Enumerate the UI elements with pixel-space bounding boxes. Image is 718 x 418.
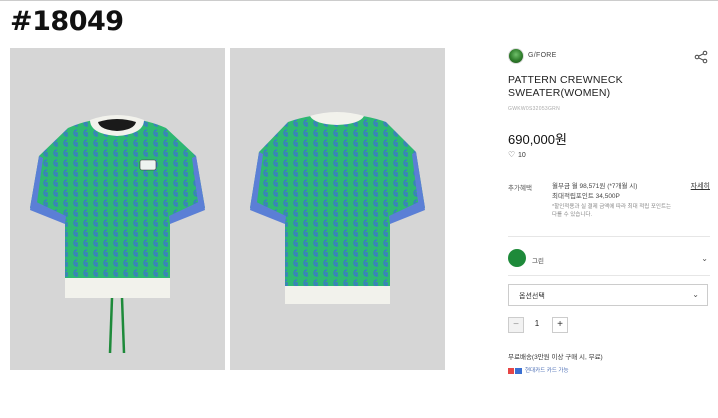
option-select-label: 옵션선택 — [519, 293, 545, 300]
product-title: PATTERN CREWNECK SWEATER(WOMEN) — [508, 74, 623, 99]
divider — [508, 236, 710, 237]
divider — [508, 275, 710, 276]
quantity-decrease-button[interactable]: − — [508, 317, 524, 333]
share-icon[interactable] — [694, 50, 708, 64]
heart-icon: ♡ — [508, 150, 516, 159]
product-sku: GWKW0S32053GRN — [508, 106, 560, 112]
color-name: 그린 — [532, 258, 544, 265]
sweater-front-image — [30, 115, 205, 354]
benefit-label: 추가혜택 — [508, 185, 532, 192]
brand-name[interactable]: G/FORE — [528, 52, 557, 59]
payment-info: 현대카드 카드 가능 — [508, 366, 569, 374]
product-image-front[interactable] — [10, 48, 225, 370]
points-text: 최대적립포인트 34,500P — [552, 192, 620, 200]
brand-avatar[interactable] — [508, 48, 524, 64]
payment-text: 현대카드 카드 가능 — [525, 368, 569, 374]
chevron-down-icon: ⌄ — [692, 290, 699, 299]
quantity-increase-button[interactable]: + — [552, 317, 568, 333]
installment-text: 월부금 월 98,571원 (*7개월 시) — [552, 183, 638, 190]
detail-link[interactable]: 자세히 — [691, 181, 710, 191]
color-option-row[interactable]: 그린 ⌄ — [508, 247, 710, 271]
sweater-back-image — [250, 112, 425, 304]
like-count-value: 10 — [518, 152, 526, 159]
brand-row: G/FORE — [508, 48, 710, 66]
quantity-value: 1 — [534, 319, 540, 328]
benefit-note: *할인적용과 실 결제 금액에 따라 최대 적립 포인트는 다를 수 있습니다. — [552, 204, 672, 218]
benefit-text: 월부금 월 98,571원 (*7개월 시) 최대적립포인트 34,500P — [552, 182, 637, 201]
like-count[interactable]: ♡ 10 — [508, 150, 526, 159]
shipping-info: 무료배송(3만원 이상 구매 시, 무료) — [508, 354, 603, 361]
color-swatch-green[interactable] — [508, 249, 526, 267]
product-price: 690,000원 — [508, 132, 567, 147]
option-select[interactable]: 옵션선택 ⌄ — [508, 284, 708, 306]
product-image-back[interactable] — [230, 48, 445, 370]
card-logo-icon — [508, 367, 522, 374]
chevron-down-icon: ⌄ — [701, 254, 708, 263]
post-id: #18049 — [10, 6, 124, 37]
top-border — [0, 0, 718, 1]
